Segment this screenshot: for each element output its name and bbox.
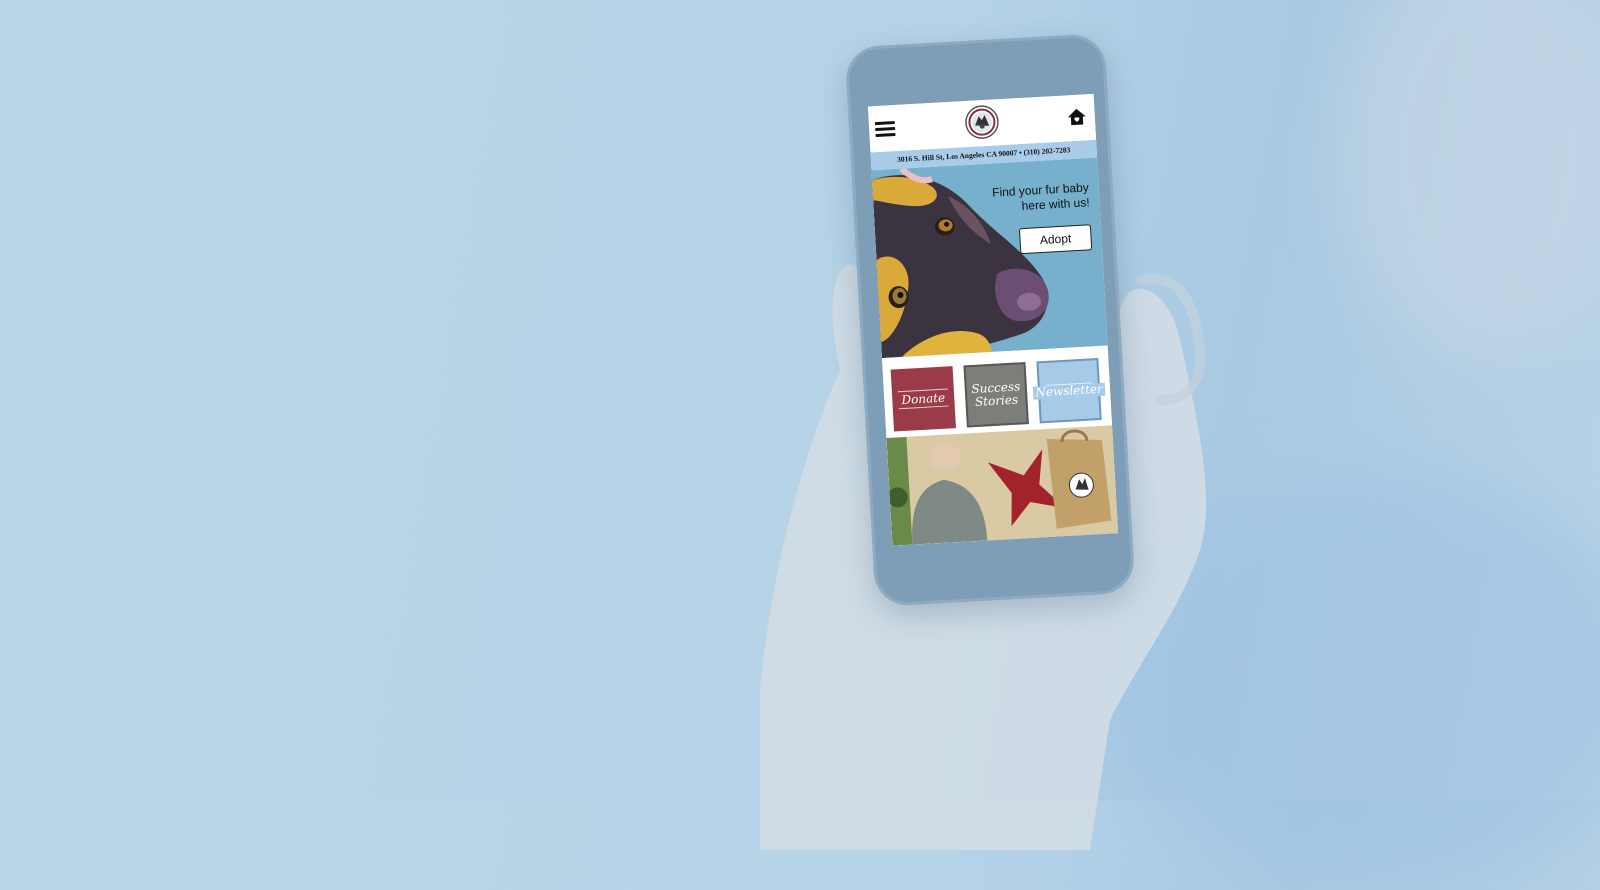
- shelter-seal-logo[interactable]: [964, 104, 1000, 140]
- phone-mockup: 3016 S. Hill St, Los Angeles CA 90007 • …: [844, 33, 1136, 607]
- success-stories-line-2: Stories: [971, 393, 1022, 410]
- house-heart-icon[interactable]: [1066, 106, 1087, 127]
- hamburger-menu-icon[interactable]: [874, 121, 896, 138]
- newsletter-label: Newsletter: [1033, 381, 1106, 400]
- newsletter-tile[interactable]: Newsletter: [1033, 358, 1106, 424]
- shop-promo-image: [886, 425, 1119, 546]
- phone-screen: 3016 S. Hill St, Los Angeles CA 90007 • …: [867, 93, 1119, 546]
- hero-banner: Find your fur baby here with us! Adopt: [871, 157, 1108, 359]
- quick-links: Donate Success Stories Newsletter: [881, 345, 1113, 438]
- success-stories-tile[interactable]: Success Stories: [963, 362, 1029, 428]
- success-stories-label: Success Stories: [969, 379, 1024, 410]
- background-person-head: [1340, 0, 1600, 360]
- adopt-button[interactable]: Adopt: [1018, 224, 1093, 255]
- donate-label: Donate: [899, 390, 948, 407]
- shop-promo-banner[interactable]: [886, 425, 1119, 546]
- donate-tile[interactable]: Donate: [890, 366, 956, 432]
